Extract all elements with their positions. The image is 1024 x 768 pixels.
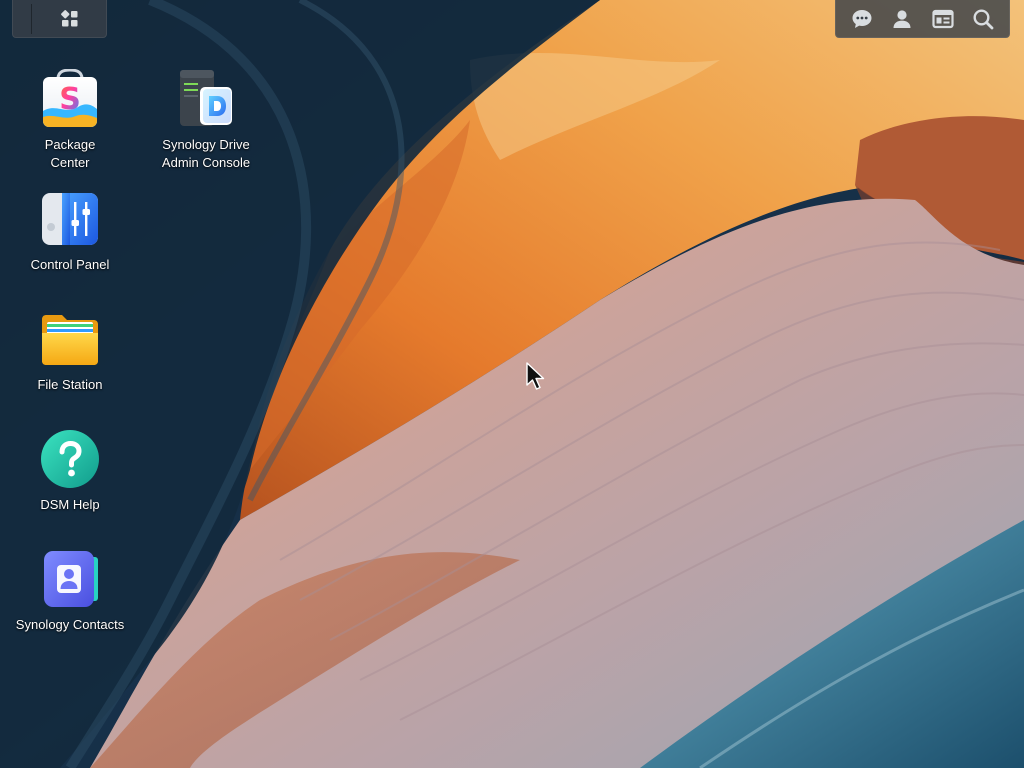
widgets-button[interactable]: [928, 4, 958, 34]
desktop-icon-synology-contacts[interactable]: Synology Contacts: [8, 549, 132, 634]
notifications-button[interactable]: [847, 4, 877, 34]
desktop-icon-label: DSM Help: [40, 497, 100, 512]
desktop-icon-file-station[interactable]: File Station: [8, 309, 132, 394]
taskbar-divider: [31, 4, 32, 34]
mouse-pointer-icon: [526, 362, 545, 390]
desktop-icon-dsm-help[interactable]: DSM Help: [8, 429, 132, 514]
desktop-icon-label: Center: [50, 155, 90, 170]
synology-drive-icon: [176, 69, 236, 129]
taskbar: [12, 0, 107, 38]
control-panel-icon: [40, 189, 100, 249]
search-icon: [973, 8, 994, 29]
desktop-icon-package-center[interactable]: S Package Center: [8, 68, 132, 172]
user-icon: [893, 9, 911, 28]
grid-icon: [61, 10, 78, 27]
user-options-button[interactable]: [887, 4, 917, 34]
desktop-icon-label: Package: [44, 137, 96, 152]
desktop-icon-label: Admin Console: [161, 155, 251, 170]
desktop[interactable]: S Package Center Synology Drive Admin Co…: [0, 0, 1024, 768]
desktop-icon-control-panel[interactable]: Control Panel: [8, 189, 132, 274]
file-station-icon: [40, 309, 100, 369]
contacts-icon: [40, 549, 100, 609]
desktop-icon-label: Synology Drive: [162, 137, 250, 152]
help-icon: [40, 429, 100, 489]
widgets-icon: [932, 9, 954, 28]
desktop-icon-label: Control Panel: [30, 257, 110, 272]
desktop-icon-synology-drive-admin-console[interactable]: Synology Drive Admin Console: [144, 69, 268, 172]
main-menu-button[interactable]: [53, 4, 87, 34]
desktop-icon-label: File Station: [37, 377, 103, 392]
package-center-icon: S: [40, 68, 100, 129]
search-button[interactable]: [968, 4, 998, 34]
system-tray: [835, 0, 1010, 38]
desktop-icon-label: Synology Contacts: [15, 617, 125, 632]
chat-icon: [852, 9, 872, 28]
svg-text:S: S: [59, 82, 81, 117]
